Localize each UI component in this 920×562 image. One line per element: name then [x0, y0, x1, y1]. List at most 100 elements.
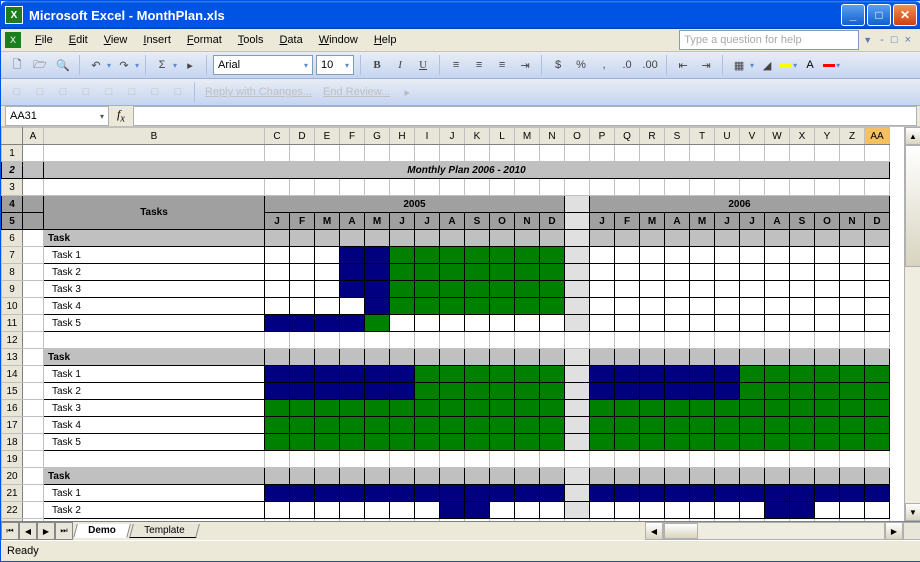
- review-icon[interactable]: □: [122, 82, 142, 102]
- percent-button[interactable]: %: [571, 55, 591, 75]
- name-box[interactable]: AA31▾: [5, 106, 109, 126]
- spreadsheet-grid[interactable]: ABCDEFGHIJKLMNOPQRSTUVWXYZAA12Monthly Pl…: [1, 127, 890, 521]
- column-header[interactable]: I: [415, 128, 440, 145]
- column-header[interactable]: R: [640, 128, 665, 145]
- help-dropdown-icon[interactable]: ▼: [859, 35, 876, 45]
- column-header[interactable]: W: [765, 128, 790, 145]
- italic-button[interactable]: I: [390, 55, 410, 75]
- tab-last-icon[interactable]: ⏭: [55, 522, 73, 540]
- row-header[interactable]: 7: [2, 247, 23, 264]
- review-icon[interactable]: □: [76, 82, 96, 102]
- font-size-selector[interactable]: 10▾: [316, 55, 354, 75]
- column-header[interactable]: J: [440, 128, 465, 145]
- titlebar[interactable]: X Microsoft Excel - MonthPlan.xls _ □ ✕: [1, 1, 920, 29]
- column-header[interactable]: P: [590, 128, 615, 145]
- align-left-button[interactable]: ≡: [446, 55, 466, 75]
- scroll-thumb[interactable]: [905, 145, 920, 267]
- bold-button[interactable]: B: [367, 55, 387, 75]
- horizontal-scrollbar[interactable]: ◀ ▶: [645, 523, 920, 539]
- row-header[interactable]: 1: [2, 145, 23, 162]
- menu-tools[interactable]: Tools: [230, 31, 272, 49]
- merge-center-button[interactable]: ⇥: [515, 55, 535, 75]
- review-icon[interactable]: □: [30, 82, 50, 102]
- column-header[interactable]: AA: [865, 128, 890, 145]
- workbook-icon[interactable]: X: [5, 32, 21, 48]
- column-header[interactable]: Y: [815, 128, 840, 145]
- column-header[interactable]: B: [44, 128, 265, 145]
- increase-indent-button[interactable]: ⇥: [696, 55, 716, 75]
- row-header[interactable]: 8: [2, 264, 23, 281]
- column-header[interactable]: D: [290, 128, 315, 145]
- row-header[interactable]: 16: [2, 400, 23, 417]
- autosum-dropdown-icon[interactable]: ▾: [173, 61, 177, 70]
- review-icon[interactable]: □: [7, 82, 27, 102]
- column-header[interactable]: X: [790, 128, 815, 145]
- decrease-indent-button[interactable]: ⇤: [673, 55, 693, 75]
- row-header[interactable]: 14: [2, 366, 23, 383]
- align-center-button[interactable]: ≡: [469, 55, 489, 75]
- row-header[interactable]: 11: [2, 315, 23, 332]
- column-header[interactable]: A: [23, 128, 44, 145]
- row-header[interactable]: 17: [2, 417, 23, 434]
- borders-button[interactable]: ▦: [729, 55, 749, 75]
- scroll-up-icon[interactable]: ▲: [905, 127, 920, 145]
- workbook-window-buttons[interactable]: - □ ×: [876, 34, 917, 46]
- scroll-down-icon[interactable]: ▼: [905, 503, 920, 521]
- column-header[interactable]: V: [740, 128, 765, 145]
- column-header[interactable]: E: [315, 128, 340, 145]
- menu-file[interactable]: File: [27, 31, 61, 49]
- menu-format[interactable]: Format: [179, 31, 230, 49]
- column-header[interactable]: S: [665, 128, 690, 145]
- sheet-tab-template[interactable]: Template: [129, 524, 199, 538]
- column-header[interactable]: K: [465, 128, 490, 145]
- print-preview-button[interactable]: 🔍: [53, 55, 73, 75]
- row-header[interactable]: 20: [2, 468, 23, 485]
- font-color-dropdown-icon[interactable]: ▾: [836, 61, 840, 70]
- column-header[interactable]: Z: [840, 128, 865, 145]
- row-header[interactable]: 4: [2, 196, 23, 213]
- new-button[interactable]: 🗋: [7, 55, 27, 75]
- row-header[interactable]: 21: [2, 485, 23, 502]
- redo-button[interactable]: ↷: [114, 55, 134, 75]
- review-icon[interactable]: □: [168, 82, 188, 102]
- vertical-scrollbar[interactable]: ▲ ▼: [904, 127, 920, 521]
- close-button[interactable]: ✕: [893, 4, 917, 26]
- end-review-button[interactable]: End Review...: [319, 86, 394, 98]
- toolbar-options-icon[interactable]: ▸: [180, 55, 200, 75]
- row-header[interactable]: 5: [2, 213, 23, 230]
- row-header[interactable]: 2: [2, 162, 23, 179]
- increase-decimal-button[interactable]: .0: [617, 55, 637, 75]
- column-header[interactable]: F: [340, 128, 365, 145]
- sheet-tab-demo[interactable]: Demo: [73, 524, 131, 538]
- review-icon[interactable]: □: [145, 82, 165, 102]
- column-header[interactable]: Q: [615, 128, 640, 145]
- row-header[interactable]: 18: [2, 434, 23, 451]
- open-button[interactable]: 🗁: [30, 55, 50, 75]
- fx-icon[interactable]: fx: [109, 107, 133, 124]
- column-header[interactable]: L: [490, 128, 515, 145]
- row-header[interactable]: 12: [2, 332, 23, 349]
- minimize-button[interactable]: _: [841, 4, 865, 26]
- comma-button[interactable]: ,: [594, 55, 614, 75]
- maximize-button[interactable]: □: [867, 4, 891, 26]
- row-header[interactable]: 10: [2, 298, 23, 315]
- toolbar-options-icon[interactable]: ▸: [397, 82, 417, 102]
- row-header[interactable]: 22: [2, 502, 23, 519]
- row-header[interactable]: 23: [2, 519, 23, 522]
- row-header[interactable]: 6: [2, 230, 23, 247]
- tab-next-icon[interactable]: ▶: [37, 522, 55, 540]
- review-icon[interactable]: □: [99, 82, 119, 102]
- undo-dropdown-icon[interactable]: ▾: [107, 61, 111, 70]
- menu-help[interactable]: Help: [366, 31, 405, 49]
- tab-prev-icon[interactable]: ◀: [19, 522, 37, 540]
- column-header[interactable]: O: [565, 128, 590, 145]
- menu-window[interactable]: Window: [311, 31, 366, 49]
- undo-button[interactable]: ↶: [86, 55, 106, 75]
- font-selector[interactable]: Arial▾: [213, 55, 313, 75]
- scroll-right-icon[interactable]: ▶: [885, 522, 903, 540]
- fill-color-dropdown-icon[interactable]: ▾: [793, 61, 797, 70]
- column-header[interactable]: C: [265, 128, 290, 145]
- column-header[interactable]: G: [365, 128, 390, 145]
- decrease-decimal-button[interactable]: .00: [640, 55, 660, 75]
- autosum-button[interactable]: Σ: [152, 55, 172, 75]
